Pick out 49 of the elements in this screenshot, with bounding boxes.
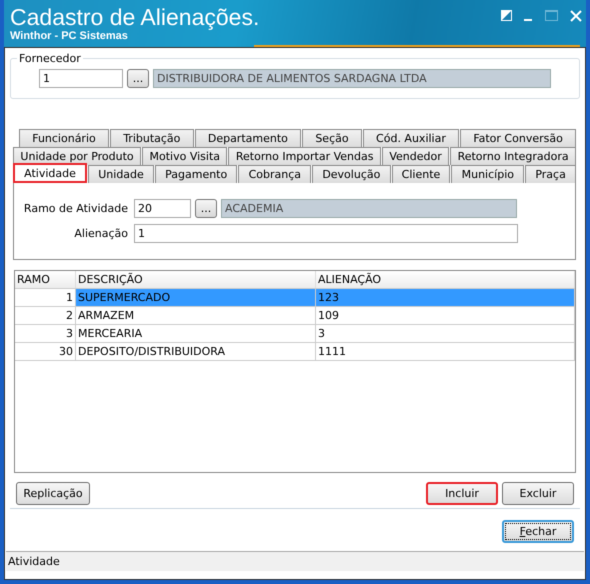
close-button[interactable]: Fechar: [502, 520, 574, 543]
tab[interactable]: Departamento: [194, 129, 302, 147]
tab[interactable]: Retorno Importar Vendas: [228, 147, 381, 165]
tab[interactable]: Retorno Integradora: [450, 147, 576, 165]
tab[interactable]: Devolução: [312, 165, 391, 183]
column-header[interactable]: RAMO: [15, 271, 76, 288]
tab[interactable]: Fator Conversão: [460, 129, 576, 147]
table-cell: DEPOSITO/DISTRIBUIDORA: [76, 343, 316, 360]
action-button[interactable]: Replicação: [16, 482, 90, 505]
table-cell: 109: [316, 307, 575, 324]
tab[interactable]: Motivo Visita: [142, 147, 228, 165]
lookup-button[interactable]: ...: [195, 199, 217, 218]
close-icon[interactable]: [570, 10, 582, 22]
tab[interactable]: Atividade: [13, 163, 88, 183]
tab[interactable]: Cód. Auxiliar: [362, 129, 460, 147]
tab[interactable]: Cobrança: [238, 165, 312, 183]
supplier-name-field: DISTRIBUIDORA DE ALIMENTOS SARDAGNA LTDA: [153, 69, 551, 88]
group-label: Fornecedor: [18, 52, 82, 65]
column-header[interactable]: DESCRIÇÃO: [76, 271, 316, 288]
table-cell: SUPERMERCADO: [76, 289, 316, 306]
tab[interactable]: Praça: [525, 165, 576, 183]
alienation-field[interactable]: 1: [134, 224, 518, 243]
tab[interactable]: Unidade: [88, 165, 154, 183]
tab[interactable]: Cliente: [392, 165, 450, 183]
window-subtitle: Winthor - PC Sistemas: [10, 30, 129, 42]
tab[interactable]: Seção: [302, 129, 362, 147]
tab[interactable]: Vendedor: [382, 147, 450, 165]
tab[interactable]: Tributação: [110, 129, 194, 147]
table-cell: 3: [316, 325, 575, 342]
supplier-code-field[interactable]: 1: [39, 69, 123, 88]
table-cell: 1111: [316, 343, 575, 360]
activity-code-field[interactable]: 20: [134, 199, 191, 218]
lookup-button[interactable]: ...: [127, 69, 149, 88]
table-cell: 123: [316, 289, 575, 306]
tab[interactable]: Unidade por Produto: [13, 147, 142, 165]
tab[interactable]: Funcionário: [19, 129, 109, 147]
action-button[interactable]: Excluir: [502, 482, 574, 505]
window-title: Cadastro de Alienações.: [10, 4, 260, 30]
field-label: Alienação: [73, 227, 129, 240]
action-button[interactable]: Incluir: [426, 482, 498, 505]
activity-name-field: ACADEMIA: [221, 199, 517, 218]
theme-icon[interactable]: [501, 10, 512, 21]
column-header[interactable]: ALIENAÇÃO: [316, 271, 575, 288]
tab[interactable]: Pagamento: [154, 165, 238, 183]
field-label: Ramo de Atividade: [22, 202, 129, 215]
status-bar: Atividade: [6, 551, 584, 571]
table-cell: MERCEARIA: [76, 325, 316, 342]
tab[interactable]: Município: [451, 165, 524, 183]
table-cell: ARMAZEM: [76, 307, 316, 324]
